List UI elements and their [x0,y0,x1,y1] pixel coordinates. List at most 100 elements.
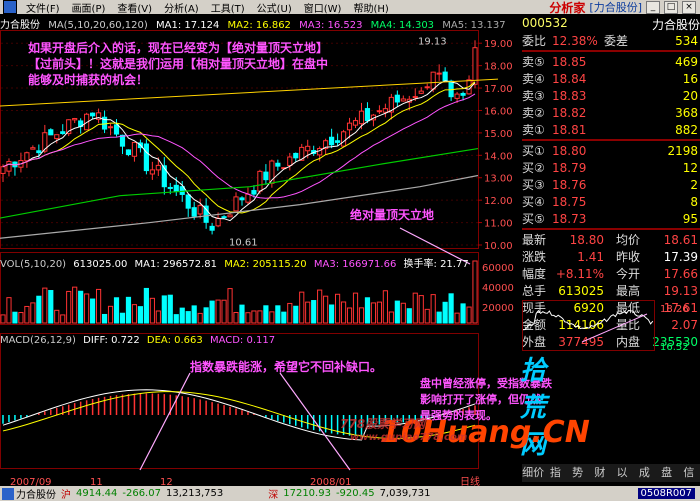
tab-细价[interactable]: 细价 [522,464,544,482]
volume-bar [436,311,442,324]
sell-price: 18.84 [552,71,587,86]
volume-bar [161,295,167,324]
price-axis-label: 18.00 [484,62,513,73]
menu-view[interactable]: 查看(V) [111,0,158,15]
candle [239,197,245,201]
volume-bar [346,307,353,324]
stat-row: 总手 613025 最高 19.13 [522,282,700,299]
stat-label: 最新 [522,233,547,247]
candle [221,216,227,219]
volume-bar [370,302,377,324]
volume-bar [293,305,299,324]
watermark-logo-4: www.gupiao778.com [350,432,468,443]
sell-row[interactable]: 卖② 18.82 368 [522,104,700,121]
ma-info-bar: 力合股份 MA(5,10,20,60,120) MA1: 17.124 MA2:… [0,16,520,30]
volume-bar [323,295,329,324]
tab-信[interactable]: 信 [678,464,700,482]
buy-label: 买② [522,161,545,175]
volume-bar [269,311,275,324]
volume-bar [215,299,221,324]
volume-bar [173,314,179,324]
buy-row[interactable]: 买① 18.80 2198 [522,142,700,159]
weicha-value: 534 [675,33,698,48]
candle [287,156,293,166]
sell-row[interactable]: 卖④ 18.84 16 [522,70,700,87]
menu-window[interactable]: 窗口(W) [298,0,348,15]
candle [430,71,436,90]
volume-bar [424,308,430,324]
sell-row[interactable]: 卖① 18.81 882 [522,121,700,138]
volume-bar [406,308,412,324]
stat-value: 613025 [558,283,604,298]
sell-row[interactable]: 卖⑤ 18.85 469 [522,53,700,70]
stat-value: 17.66 [663,266,698,281]
price-axis-label: 15.00 [484,129,513,140]
candle [329,136,335,146]
menu-tools[interactable]: 工具(T) [205,0,251,15]
volume-bar [42,287,48,324]
candle [472,47,478,85]
sell-price: 18.85 [552,54,587,69]
sell-price: 18.82 [552,105,587,120]
candle [54,134,60,140]
buy-price: 18.80 [552,143,587,158]
volume-bar [191,305,197,324]
stat-value: 18.80 [569,232,604,247]
candle [364,108,371,122]
candle [245,193,251,203]
volume-bar [0,314,6,324]
tab-财[interactable]: 财 [589,464,611,482]
volume-bar [233,311,239,324]
buy-row[interactable]: 买⑤ 18.73 95 [522,210,700,227]
candle [185,194,191,209]
candle [358,110,365,125]
low-label: 10.61 [229,237,258,248]
tab-以[interactable]: 以 [611,464,633,482]
chart-area[interactable]: 19.00 18.00 17.00 16.00 15.00 14.00 13.00 12.00… [0,30,590,490]
candle [448,80,454,98]
price-axis-label: 14.00 [484,151,513,162]
buy-volume: 2198 [667,143,698,158]
buy-row[interactable]: 买② 18.79 12 [522,159,700,176]
vol-ma1: MA1: 296572.81 [134,259,218,269]
divider [522,50,700,52]
menu-formula[interactable]: 公式(U) [251,0,298,15]
vol-value: 613025.00 [73,259,128,269]
sell-label: 卖② [522,106,545,120]
tab-指[interactable]: 指 [544,464,566,482]
stat-value: 1.41 [577,249,604,264]
sell-volume: 20 [682,88,698,103]
candle [382,108,388,113]
menu-file[interactable]: 文件(F) [20,0,66,15]
candle [215,217,221,227]
menu-screen[interactable]: 画面(P) [66,0,112,15]
candle [60,131,66,135]
volume-bar [84,293,90,324]
close-button[interactable]: × [682,0,696,14]
tab-盘[interactable]: 盘 [656,464,678,482]
minimize-button[interactable]: _ [646,0,660,14]
tab-成[interactable]: 成 [633,464,655,482]
candle [257,170,263,192]
sell-volume: 882 [675,122,698,137]
annotation-main-2: 【过前头】！这就是我们运用【相对量顶天立地】在盘中 [28,57,329,71]
volume-bar [66,290,72,324]
app-icon [3,0,17,14]
buy-row[interactable]: 买③ 18.76 2 [522,176,700,193]
menu-analysis[interactable]: 分析(A) [158,0,205,15]
candle [0,166,6,174]
buy-row[interactable]: 买④ 18.75 8 [522,193,700,210]
sh-change: -266.07 [122,488,161,499]
tab-势[interactable]: 势 [567,464,589,482]
stat-value: +8.11% [555,266,604,281]
intraday-mini-chart[interactable]: 18.26 16.52 [522,300,700,430]
candle [149,169,155,175]
maximize-button[interactable]: □ [664,0,678,14]
volume-bar [352,292,359,324]
menu-help[interactable]: 帮助(H) [347,0,394,15]
volume-bar [388,311,394,324]
volume-bar [245,312,251,324]
sell-row[interactable]: 卖③ 18.83 20 [522,87,700,104]
high-label: 19.13 [418,36,447,47]
turnover: 换手率: 21.77 [403,259,469,269]
